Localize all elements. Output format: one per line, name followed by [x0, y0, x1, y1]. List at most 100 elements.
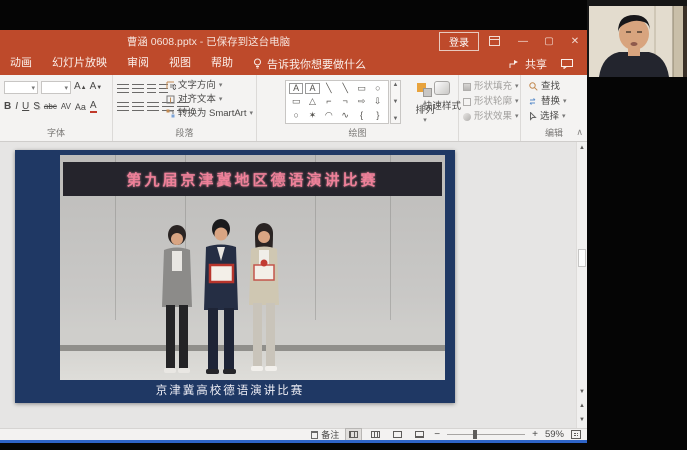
tab-help[interactable]: 帮助 — [201, 52, 243, 75]
previous-slide-icon[interactable]: ▲ — [579, 400, 585, 412]
triangle-shape-icon[interactable]: △ — [304, 95, 320, 108]
normal-view-button[interactable] — [346, 429, 361, 440]
ribbon-display-options-icon[interactable] — [489, 36, 505, 46]
down-arrow-shape-icon[interactable]: ⇩ — [370, 95, 386, 108]
bullets-icon[interactable] — [117, 84, 129, 93]
line-shape-icon[interactable]: ╲ — [321, 82, 337, 95]
align-center-icon[interactable] — [132, 102, 144, 111]
comments-icon[interactable] — [561, 59, 573, 69]
arrow-line-shape-icon[interactable]: ╲ — [337, 82, 353, 95]
reading-view-button[interactable] — [390, 429, 405, 440]
right-brace-shape-icon[interactable]: } — [370, 109, 386, 122]
elbow-arrow-connector-icon[interactable]: ¬ — [337, 95, 353, 108]
slide-sorter-icon — [371, 431, 380, 438]
close-button[interactable]: ✕ — [567, 36, 583, 47]
numbering-icon[interactable] — [132, 84, 144, 93]
underline-button[interactable]: U — [22, 101, 29, 113]
zoom-percentage[interactable]: 59% — [545, 429, 564, 440]
font-size-combo[interactable]: ▾ — [41, 81, 71, 94]
shapes-gallery[interactable]: A A ╲ ╲ ▭ ○ ▭ △ ⌐ ¬ ⇨ ⇩ ○ ✶ ◠ ∿ { — [285, 80, 389, 124]
zoom-in-button[interactable]: + — [532, 429, 538, 440]
elbow-connector-icon[interactable]: ⌐ — [321, 95, 337, 108]
cloud-shape-icon[interactable]: ○ — [288, 109, 304, 122]
zoom-slider[interactable] — [447, 434, 525, 435]
tab-animations[interactable]: 动画 — [0, 52, 42, 75]
vertical-scrollbar[interactable]: ▲ ▼ ▲ ▼ — [576, 142, 587, 428]
gallery-more-icon[interactable]: ▼ — [393, 116, 399, 122]
text-direction-button[interactable]: 文字方向▾ — [166, 79, 253, 92]
collapse-ribbon-icon[interactable]: ∧ — [576, 127, 583, 138]
oval-shape-icon[interactable]: ○ — [370, 82, 386, 95]
tab-slideshow[interactable]: 幻灯片放映 — [42, 52, 117, 75]
shrink-font-button[interactable]: A▼ — [90, 81, 103, 94]
paragraph-group-label: 段落 — [113, 126, 256, 139]
shape-effects-button[interactable]: 形状效果▾ — [463, 110, 519, 123]
curve-shape-icon[interactable]: ∿ — [337, 109, 353, 122]
font-color-button[interactable]: A — [90, 101, 97, 113]
find-button[interactable]: 查找 — [529, 80, 567, 93]
decrease-indent-icon[interactable] — [147, 84, 156, 93]
shape-fill-button[interactable]: 形状填充▾ — [463, 80, 519, 93]
bold-button[interactable]: B — [4, 101, 11, 113]
ribbon-tab-row: 动画 幻灯片放映 审阅 视图 帮助 告诉我你想要做什么 共享 — [0, 52, 587, 75]
text-shadow-button[interactable]: S — [33, 101, 40, 113]
right-arrow-shape-icon[interactable]: ⇨ — [353, 95, 369, 108]
paragraph-group: ⇕ 文字方向▾ 对齐文本▾ — [113, 75, 257, 141]
replace-icon — [529, 97, 538, 106]
font-name-combo[interactable]: ▾ — [4, 81, 38, 94]
align-right-icon[interactable] — [147, 102, 159, 111]
strikethrough-button[interactable]: abc — [44, 101, 57, 113]
character-spacing-button[interactable]: AV — [61, 101, 71, 113]
slideshow-view-button[interactable] — [412, 429, 427, 440]
select-button[interactable]: 选择▾ — [529, 110, 567, 123]
slide-sorter-view-button[interactable] — [368, 429, 383, 440]
shapes-gallery-scroll[interactable]: ▲ ▼ ▼ — [390, 80, 401, 124]
align-text-button[interactable]: 对齐文本▾ — [166, 93, 253, 106]
window-title: 曹涵 0608.pptx - 已保存到这台电脑 — [0, 34, 417, 49]
scrollbar-thumb[interactable] — [578, 249, 586, 267]
share-button[interactable]: 共享 — [509, 56, 547, 72]
zoom-out-button[interactable]: − — [434, 429, 440, 440]
left-brace-shape-icon[interactable]: { — [353, 109, 369, 122]
reading-view-icon — [393, 431, 402, 438]
vertical-textbox-shape-icon[interactable]: A — [304, 82, 320, 95]
convert-smartart-button[interactable]: 转换为 SmartArt▾ — [166, 107, 253, 120]
italic-button[interactable]: I — [15, 101, 18, 113]
scrollbar-track[interactable] — [577, 154, 587, 386]
slide-canvas[interactable]: 第九届京津冀地区德语演讲比赛 — [15, 150, 455, 403]
scroll-up-icon[interactable]: ▲ — [579, 142, 585, 154]
notes-icon — [311, 431, 318, 439]
arc-shape-icon[interactable]: ◠ — [321, 109, 337, 122]
grow-font-button[interactable]: A▲ — [74, 81, 87, 94]
rounded-rect-shape-icon[interactable]: ▭ — [288, 95, 304, 108]
smartart-icon — [166, 109, 175, 118]
maximize-button[interactable]: ▢ — [541, 36, 557, 47]
gallery-up-icon[interactable]: ▲ — [393, 82, 399, 88]
slide-caption[interactable]: 京津冀高校德语演讲比赛 — [15, 382, 445, 398]
shape-outline-button[interactable]: 形状轮廓▾ — [463, 95, 519, 108]
shape-outline-icon — [463, 98, 471, 106]
change-case-button[interactable]: Aa — [75, 101, 86, 113]
zoom-slider-thumb[interactable] — [473, 430, 477, 439]
textbox-shape-icon[interactable]: A — [288, 82, 304, 95]
shape-effects-icon — [463, 113, 471, 121]
tab-review[interactable]: 审阅 — [117, 52, 159, 75]
quick-styles-button[interactable]: 快速样式 — [423, 79, 461, 135]
text-direction-icon — [166, 81, 175, 90]
sign-in-button[interactable]: 登录 — [439, 32, 479, 51]
replace-button[interactable]: 替换▾ — [529, 95, 567, 108]
gallery-down-icon[interactable]: ▼ — [393, 99, 399, 105]
tell-me-box[interactable]: 告诉我你想要做什么 — [243, 56, 376, 72]
fit-slide-to-window-icon[interactable] — [571, 430, 581, 439]
webcam-video — [587, 0, 687, 77]
align-left-icon[interactable] — [117, 102, 129, 111]
shape-fill-icon — [463, 83, 471, 91]
rectangle-shape-icon[interactable]: ▭ — [353, 82, 369, 95]
next-slide-icon[interactable]: ▼ — [579, 414, 585, 426]
tab-view[interactable]: 视图 — [159, 52, 201, 75]
scroll-down-icon[interactable]: ▼ — [579, 386, 585, 398]
star-shape-icon[interactable]: ✶ — [304, 109, 320, 122]
shape-style-group: 快速样式 形状填充▾ 形状轮廓▾ 形状效果▾ — [459, 75, 521, 141]
minimize-button[interactable]: — — [515, 36, 531, 47]
powerpoint-window: 曹涵 0608.pptx - 已保存到这台电脑 登录 — ▢ ✕ 动画 幻灯片放… — [0, 30, 587, 443]
